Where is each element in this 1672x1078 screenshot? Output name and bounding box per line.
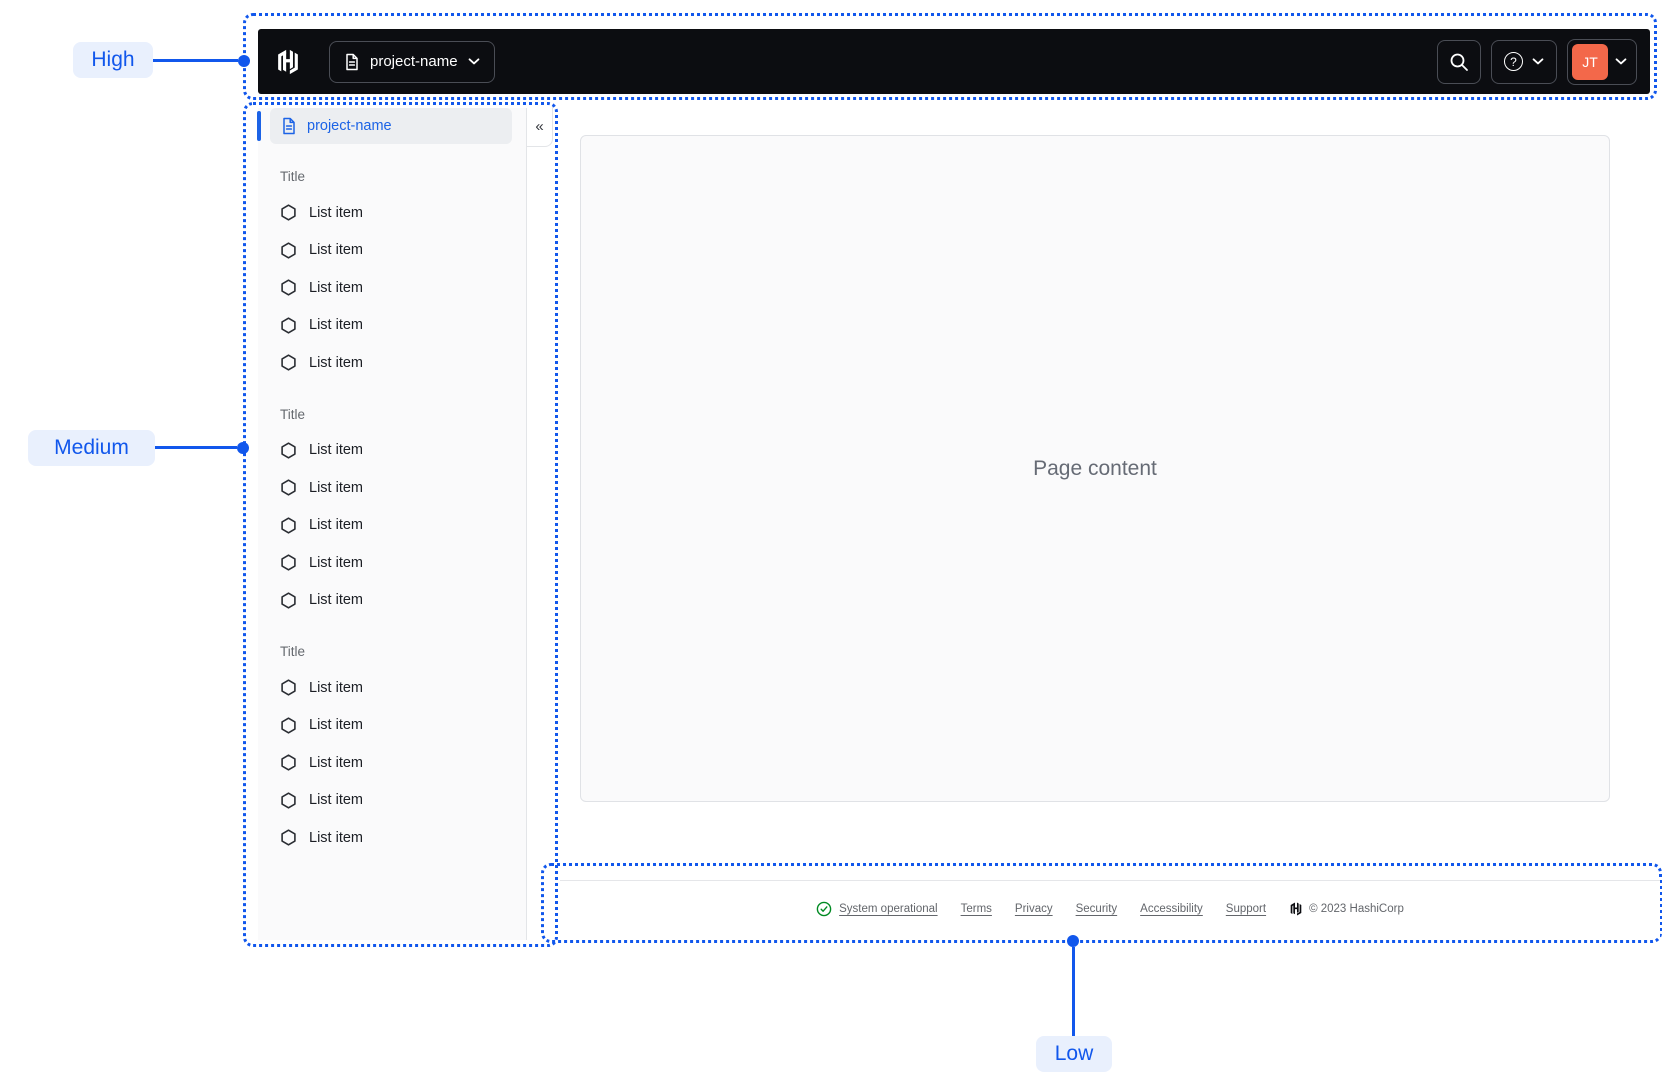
document-icon <box>344 53 360 71</box>
section-title: Title <box>280 169 306 184</box>
hexagon-icon <box>280 204 297 221</box>
hexagon-icon <box>280 279 297 296</box>
annotation-label-low: Low <box>1036 1036 1112 1072</box>
sidebar-item-label: List item <box>309 829 363 846</box>
project-switcher-button[interactable]: project-name <box>329 40 495 83</box>
sidebar-section: Title List item List item List item List… <box>258 407 526 620</box>
hexagon-icon <box>280 592 297 609</box>
active-indicator <box>257 111 261 141</box>
sidebar-list-item[interactable]: List item <box>258 507 526 545</box>
chevron-down-icon <box>1615 58 1627 65</box>
section-title: Title <box>280 644 306 659</box>
section-title: Title <box>280 406 306 422</box>
help-icon: ? <box>1504 52 1523 71</box>
search-icon <box>1449 52 1469 72</box>
hexagon-icon <box>280 242 297 259</box>
chevron-down-icon <box>1532 58 1544 65</box>
sidebar-list-item[interactable]: List item <box>258 669 526 707</box>
footer-link-privacy[interactable]: Privacy <box>1015 903 1053 915</box>
hexagon-icon <box>280 679 297 696</box>
footer-link-terms[interactable]: Terms <box>961 903 992 915</box>
hexagon-icon <box>280 479 297 496</box>
sidebar-item-label: List item <box>309 517 363 534</box>
sidebar-list-item[interactable]: List item <box>258 232 526 270</box>
copyright-text: © 2023 HashiCorp <box>1309 903 1404 915</box>
sidebar-list-item[interactable]: List item <box>258 307 526 345</box>
sidebar-project-item[interactable]: project-name <box>257 108 512 144</box>
navbar-right-group: ? JT <box>1437 38 1637 85</box>
page: project-name ? JT project-name « Title L… <box>0 0 1672 1078</box>
sidebar-list-item[interactable]: List item <box>258 544 526 582</box>
footer-link-accessibility[interactable]: Accessibility <box>1140 903 1203 915</box>
footer-link-security[interactable]: Security <box>1076 903 1118 915</box>
main-content-area: Page content <box>580 135 1610 802</box>
sidebar-item-label: List item <box>309 354 363 371</box>
hexagon-icon <box>280 829 297 846</box>
footer: System operational Terms Privacy Securit… <box>560 880 1660 937</box>
sidebar-section: Title List item List item List item List… <box>258 169 526 382</box>
sidebar-list-item[interactable]: List item <box>258 269 526 307</box>
sidebar-list-item[interactable]: List item <box>258 819 526 857</box>
hexagon-icon <box>280 517 297 534</box>
check-circle-icon <box>816 901 832 917</box>
sidebar-item-label: List item <box>309 754 363 771</box>
page-content-placeholder: Page content <box>1033 456 1157 480</box>
hashicorp-logo-icon <box>1289 902 1303 916</box>
annotation-dot-medium <box>237 442 249 454</box>
project-switcher-label: project-name <box>370 53 458 70</box>
footer-link-support[interactable]: Support <box>1226 903 1266 915</box>
hexagon-icon <box>280 442 297 459</box>
sidebar-list-item[interactable]: List item <box>258 744 526 782</box>
sidebar-list-item[interactable]: List item <box>258 582 526 620</box>
system-status-label: System operational <box>839 903 938 915</box>
account-menu-button[interactable]: JT <box>1567 38 1637 85</box>
sidebar-item-label: List item <box>309 279 363 296</box>
sidebar-item-label: List item <box>309 792 363 809</box>
sidebar-item-label: List item <box>309 442 363 459</box>
sidebar-item-label: List item <box>309 717 363 734</box>
annotation-connector-high <box>153 59 238 62</box>
sidebar-list-item[interactable]: List item <box>258 344 526 382</box>
sidebar-list-item[interactable]: List item <box>258 782 526 820</box>
help-menu-button[interactable]: ? <box>1491 39 1557 84</box>
collapse-double-chevron-icon: « <box>535 118 544 135</box>
hexagon-icon <box>280 754 297 771</box>
hexagon-icon <box>280 792 297 809</box>
sidebar-item-label: List item <box>309 592 363 609</box>
sidebar-item-label: List item <box>309 479 363 496</box>
annotation-connector-medium <box>155 446 237 449</box>
hexagon-icon <box>280 554 297 571</box>
hexagon-icon <box>280 354 297 371</box>
sidebar-list-item[interactable]: List item <box>258 707 526 745</box>
sidebar-section: Title List item List item List item List… <box>258 644 526 857</box>
annotation-label-high: High <box>73 42 153 78</box>
search-button[interactable] <box>1437 39 1481 84</box>
sidebar-collapse-button[interactable]: « <box>527 107 553 147</box>
sidebar-item-label: List item <box>309 317 363 334</box>
chevron-down-icon <box>468 58 480 65</box>
sidebar-item-label: List item <box>309 242 363 259</box>
sidebar-list-item[interactable]: List item <box>258 194 526 232</box>
annotation-connector-low <box>1072 947 1075 1036</box>
sidebar: project-name « Title List item List item… <box>257 107 553 940</box>
document-icon <box>281 117 297 135</box>
footer-copyright: © 2023 HashiCorp <box>1289 902 1404 916</box>
annotation-dot-low <box>1067 935 1079 947</box>
sidebar-item-label: List item <box>309 204 363 221</box>
annotation-label-medium: Medium <box>28 430 155 466</box>
sidebar-project-label: project-name <box>307 118 392 134</box>
hashicorp-logo-icon <box>275 49 301 75</box>
top-navbar: project-name ? JT <box>258 29 1650 94</box>
hexagon-icon <box>280 717 297 734</box>
system-status-link[interactable]: System operational <box>816 901 938 917</box>
annotation-dot-high <box>238 55 250 67</box>
hexagon-icon <box>280 317 297 334</box>
avatar: JT <box>1572 43 1608 80</box>
sidebar-item-label: List item <box>309 679 363 696</box>
sidebar-list-item[interactable]: List item <box>258 432 526 470</box>
sidebar-list-item[interactable]: List item <box>258 469 526 507</box>
sidebar-item-label: List item <box>309 554 363 571</box>
